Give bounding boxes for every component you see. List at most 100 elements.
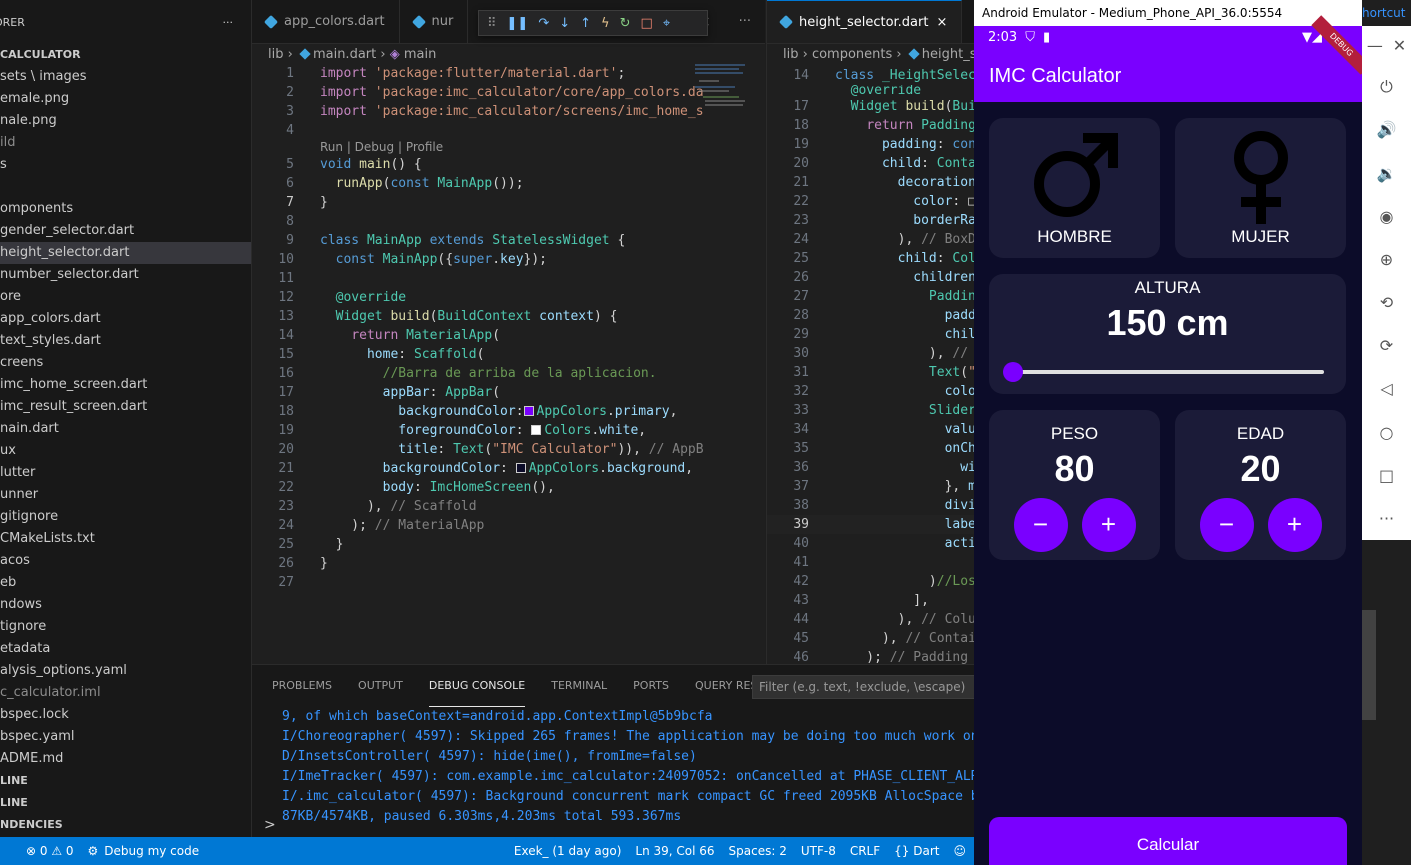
camera-icon[interactable]: ◉: [1362, 195, 1411, 238]
codelens[interactable]: Run | Debug | Profile: [252, 140, 765, 155]
inspect-icon[interactable]: ⌖: [663, 16, 670, 31]
tree-item[interactable]: bspec.yaml: [0, 726, 251, 748]
console-filter-input[interactable]: Filter (e.g. text, !exclude, \escape): [752, 675, 974, 699]
encoding-status[interactable]: UTF-8: [801, 844, 836, 858]
problems-status[interactable]: ⊗ 0 ⚠ 0: [26, 844, 74, 858]
tree-item[interactable]: LINE: [0, 770, 251, 792]
debug-icon[interactable]: ⚙: [88, 844, 99, 858]
panel-tab[interactable]: DEBUG CONSOLE: [428, 665, 526, 707]
drag-handle-icon[interactable]: ⠿: [487, 16, 497, 31]
tree-item[interactable]: nale.png: [0, 110, 251, 132]
tree-item[interactable]: creens: [0, 352, 251, 374]
editor1-more-icon[interactable]: ···: [725, 0, 765, 43]
zoom-in-icon[interactable]: ⊕: [1362, 238, 1411, 281]
tree-item[interactable]: ux: [0, 440, 251, 462]
power-icon[interactable]: ⏻: [1362, 65, 1411, 108]
weight-plus-button[interactable]: +: [1081, 498, 1136, 552]
age-minus-button[interactable]: −: [1199, 498, 1254, 552]
height-slider[interactable]: [1003, 362, 1324, 382]
debug-status[interactable]: Debug my code: [104, 844, 199, 858]
calculate-button[interactable]: Calcular: [989, 817, 1347, 865]
tree-item[interactable]: number_selector.dart: [0, 264, 251, 286]
tree-item[interactable]: app_colors.dart: [0, 308, 251, 330]
tab-height-selector[interactable]: height_selector.dart ×: [767, 0, 963, 43]
tree-item[interactable]: NDENCIES: [0, 814, 251, 836]
more-icon[interactable]: ···: [1362, 497, 1411, 540]
back-icon[interactable]: ◁: [1362, 367, 1411, 410]
console-prompt[interactable]: >: [264, 817, 276, 833]
tree-item[interactable]: emale.png: [0, 88, 251, 110]
tree-item[interactable]: gitignore: [0, 506, 251, 528]
tree-item[interactable]: CMakeLists.txt: [0, 528, 251, 550]
overview-icon[interactable]: □: [1362, 454, 1411, 497]
tree-item[interactable]: text_styles.dart: [0, 330, 251, 352]
panel-tab[interactable]: TERMINAL: [551, 665, 607, 707]
rotate-left-icon[interactable]: ⟲: [1362, 281, 1411, 324]
tree-item[interactable]: imc_result_screen.dart: [0, 396, 251, 418]
eol-status[interactable]: CRLF: [850, 844, 880, 858]
close-icon[interactable]: ×: [936, 15, 947, 30]
tree-item[interactable]: unner: [0, 484, 251, 506]
sim-icon: ▮: [1042, 30, 1051, 45]
height-value: 150 cm: [1106, 302, 1229, 343]
tree-item[interactable]: height_selector.dart: [0, 242, 251, 264]
height-slider-thumb[interactable]: [1003, 362, 1023, 382]
close-icon[interactable]: ✕: [1393, 36, 1406, 55]
hot-reload-icon[interactable]: ϟ: [601, 16, 610, 31]
indentation-status[interactable]: Spaces: 2: [729, 844, 787, 858]
tree-item[interactable]: c_calculator.iml: [0, 682, 251, 704]
cursor-position[interactable]: Ln 39, Col 66: [635, 844, 714, 858]
minimap[interactable]: [695, 64, 755, 124]
scrollbar[interactable]: [1362, 610, 1376, 720]
tree-item[interactable]: ild: [0, 132, 251, 154]
tree-item[interactable]: [0, 176, 251, 198]
editor-main-dart: app_colors.dart nur × ··· lib › main.dar…: [252, 0, 765, 664]
volume-up-icon[interactable]: 🔊: [1362, 108, 1411, 151]
tree-item[interactable]: LINE: [0, 792, 251, 814]
project-folder[interactable]: CALCULATOR: [0, 44, 251, 66]
git-branch-status[interactable]: Exek_ (1 day ago): [514, 844, 621, 858]
volume-down-icon[interactable]: 🔉: [1362, 152, 1411, 195]
tree-item[interactable]: imc_home_screen.dart: [0, 374, 251, 396]
tree-item[interactable]: lutter: [0, 462, 251, 484]
tree-item[interactable]: gender_selector.dart: [0, 220, 251, 242]
tab-number-selector[interactable]: nur: [400, 0, 469, 43]
tree-item[interactable]: sets \ images: [0, 66, 251, 88]
minimize-icon[interactable]: —: [1367, 36, 1383, 55]
panel-tab[interactable]: OUTPUT: [358, 665, 403, 707]
language-status[interactable]: {} Dart: [894, 844, 939, 858]
step-into-icon[interactable]: ↓: [559, 16, 570, 31]
tree-item[interactable]: s: [0, 154, 251, 176]
step-over-icon[interactable]: ↷: [538, 16, 549, 31]
weight-minus-button[interactable]: −: [1013, 498, 1068, 552]
stop-icon[interactable]: □: [641, 16, 653, 31]
tree-item[interactable]: ndows: [0, 594, 251, 616]
code-area[interactable]: 1 import 'package:flutter/material.dart';…: [252, 64, 765, 592]
step-out-icon[interactable]: ↑: [580, 16, 591, 31]
code-area-2[interactable]: 14 class _HeightSelec @override 17 Widget…: [767, 66, 976, 664]
tree-item[interactable]: bspec.lock: [0, 704, 251, 726]
explorer-more-icon[interactable]: ···: [223, 16, 234, 29]
tab-app-colors[interactable]: app_colors.dart: [252, 0, 400, 43]
tree-item[interactable]: etadata: [0, 638, 251, 660]
tree-item[interactable]: ore: [0, 286, 251, 308]
dart-file-icon: [778, 14, 794, 30]
debug-console-output: 9, of which baseContext=android.app.Cont…: [252, 707, 974, 827]
tree-item[interactable]: omponents: [0, 198, 251, 220]
copilot-icon[interactable]: ☺: [953, 844, 966, 858]
tree-item[interactable]: eb: [0, 572, 251, 594]
tree-item[interactable]: alysis_options.yaml: [0, 660, 251, 682]
home-icon[interactable]: ○: [1362, 410, 1411, 453]
rotate-right-icon[interactable]: ⟳: [1362, 324, 1411, 367]
panel-tab[interactable]: PORTS: [633, 665, 669, 707]
pause-icon[interactable]: ❚❚: [507, 16, 529, 31]
tree-item[interactable]: acos: [0, 550, 251, 572]
female-card[interactable]: MUJER: [1175, 118, 1346, 258]
male-card[interactable]: HOMBRE: [989, 118, 1160, 258]
tree-item[interactable]: tignore: [0, 616, 251, 638]
age-plus-button[interactable]: +: [1267, 498, 1322, 552]
panel-tab[interactable]: PROBLEMS: [272, 665, 332, 707]
restart-icon[interactable]: ↻: [620, 16, 631, 31]
tree-item[interactable]: ADME.md: [0, 748, 251, 770]
tree-item[interactable]: nain.dart: [0, 418, 251, 440]
